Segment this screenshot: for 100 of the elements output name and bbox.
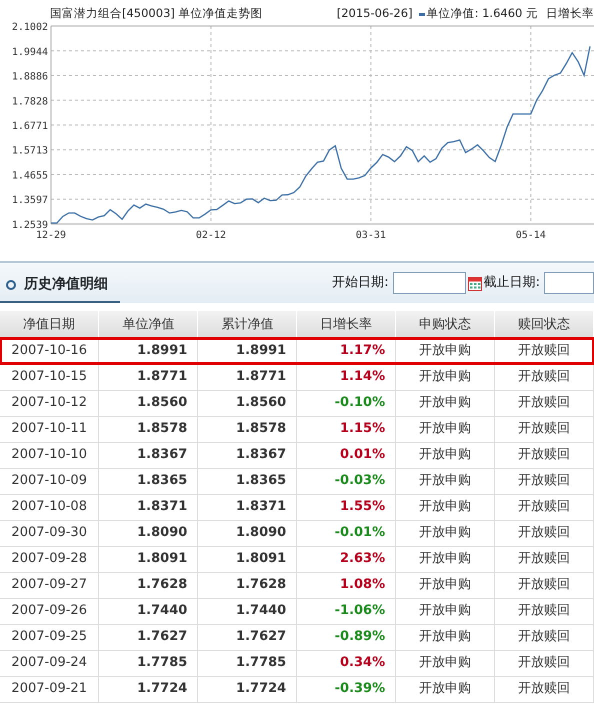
field-label: 开始日期:: [332, 274, 389, 292]
table-cell: 1.8091: [98, 546, 198, 572]
table-cell: 开放申购: [396, 442, 495, 468]
table-cell: 开放申购: [396, 390, 495, 416]
table-cell: 1.08%: [296, 572, 396, 598]
table-cell: 开放申购: [396, 598, 495, 624]
table-cell: 1.17%: [296, 338, 396, 364]
table-cell: 1.8371: [98, 494, 198, 520]
table-cell: 1.7628: [198, 572, 297, 598]
table-cell: 开放申购: [396, 546, 495, 572]
column-header: 赎回状态: [494, 311, 594, 338]
table-cell: 1.8371: [198, 494, 297, 520]
table-cell: 1.8090: [198, 520, 297, 546]
table-cell: 开放申购: [396, 364, 495, 390]
table-cell: 1.7724: [98, 676, 198, 702]
table-cell: 1.8560: [198, 390, 297, 416]
table-cell: 开放赎回: [494, 676, 594, 702]
table-cell: 1.7628: [98, 572, 198, 598]
table-cell: 开放赎回: [494, 468, 594, 494]
circle-icon: [6, 280, 16, 290]
date-field[interactable]: [392, 272, 466, 294]
axis-tick-label: 03-31: [356, 230, 386, 241]
table-cell: 0.01%: [296, 442, 396, 468]
axis-tick-label: 1.6771: [12, 121, 48, 132]
table-cell: 开放赎回: [494, 364, 594, 390]
table-cell: 开放赎回: [494, 624, 594, 650]
table-cell: 1.7785: [98, 650, 198, 676]
field-label: 截止日期:: [484, 274, 540, 292]
table-cell: 开放赎回: [494, 520, 594, 546]
table-cell: 1.7440: [198, 598, 297, 624]
table-cell: 2007-10-12: [0, 390, 99, 416]
table-cell: 开放赎回: [494, 546, 594, 572]
legend-label: 单位净值: [426, 6, 475, 20]
table-cell: 1.8560: [98, 390, 198, 416]
section-title: 历史净值明细: [24, 275, 108, 294]
table-cell: -0.03%: [296, 468, 396, 494]
table-cell: 1.8091: [198, 546, 297, 572]
table-cell: 2007-10-11: [0, 416, 99, 442]
table-cell: 开放赎回: [494, 416, 594, 442]
table-cell: 2007-09-30: [0, 520, 99, 546]
column-header: 单位净值: [98, 311, 198, 338]
table-cell: 1.7785: [198, 650, 297, 676]
table-cell: 1.7724: [198, 676, 297, 702]
table-cell: 开放申购: [396, 650, 495, 676]
table-cell: 1.8991: [198, 338, 297, 364]
table-cell: 开放赎回: [494, 598, 594, 624]
table-cell: 开放赎回: [494, 494, 594, 520]
axis-tick-label: 2.1002: [12, 22, 48, 33]
table-cell: 1.8365: [98, 468, 198, 494]
table-cell: 2007-10-09: [0, 468, 99, 494]
axis-tick-label: 05-14: [516, 230, 546, 241]
date-field[interactable]: [544, 272, 594, 294]
calendar-icon[interactable]: [468, 276, 482, 290]
axis-tick-label: 02-12: [196, 230, 226, 241]
table-cell: -1.06%: [296, 598, 396, 624]
table-cell: 1.7627: [198, 624, 297, 650]
chart-title: 国富潜力组合[450003] 单位净值走势图: [50, 5, 263, 22]
table-cell: 1.55%: [296, 494, 396, 520]
axis-tick-label: 1.5713: [12, 146, 48, 157]
table-cell: 1.8090: [98, 520, 198, 546]
table-cell: 1.7627: [98, 624, 198, 650]
table-cell: 开放赎回: [494, 650, 594, 676]
table-cell: 2007-09-25: [0, 624, 99, 650]
table-cell: 1.8771: [198, 364, 297, 390]
table-cell: 1.7440: [98, 598, 198, 624]
table-cell: 2007-10-08: [0, 494, 99, 520]
axis-tick-label: 1.9944: [12, 46, 48, 58]
table-cell: 2007-09-24: [0, 650, 99, 676]
table-cell: 1.8991: [98, 338, 198, 364]
table-cell: -0.39%: [296, 676, 396, 702]
table-cell: 1.14%: [296, 364, 396, 390]
column-header: 日增长率: [296, 311, 396, 338]
table-cell: -0.89%: [296, 624, 396, 650]
axis-tick-label: 1.2539: [12, 220, 48, 231]
table-cell: 开放申购: [396, 494, 495, 520]
column-header: 净值日期: [0, 311, 99, 338]
table-cell: 开放申购: [396, 416, 495, 442]
table-cell: 2007-10-16: [0, 338, 99, 364]
table-cell: 1.8771: [98, 364, 198, 390]
table-cell: 开放赎回: [494, 442, 594, 468]
table-cell: 2007-09-26: [0, 598, 99, 624]
table-cell: 开放申购: [396, 520, 495, 546]
table-cell: 开放赎回: [494, 572, 594, 598]
table-cell: -0.01%: [296, 520, 396, 546]
table-cell: 开放申购: [396, 468, 495, 494]
axis-tick-label: 1.7828: [12, 96, 48, 108]
table-cell: 1.8578: [198, 416, 297, 442]
chart-date: [2015-06-26]: [336, 6, 413, 20]
column-header: 累计净值: [198, 311, 297, 338]
table-cell: 开放申购: [396, 624, 495, 650]
table-cell: 2007-09-21: [0, 676, 99, 702]
table-cell: 1.15%: [296, 416, 396, 442]
table-cell: 1.8367: [98, 442, 198, 468]
axis-tick-label: 1.3597: [12, 195, 48, 206]
axis-tick-label: 12-29: [36, 230, 66, 241]
table-cell: 开放赎回: [494, 390, 594, 416]
legend-value: : 1.6460 元: [474, 6, 538, 20]
table-cell: 开放申购: [396, 572, 495, 598]
table-cell: 2007-10-15: [0, 364, 99, 390]
table-cell: 2.63%: [296, 546, 396, 572]
